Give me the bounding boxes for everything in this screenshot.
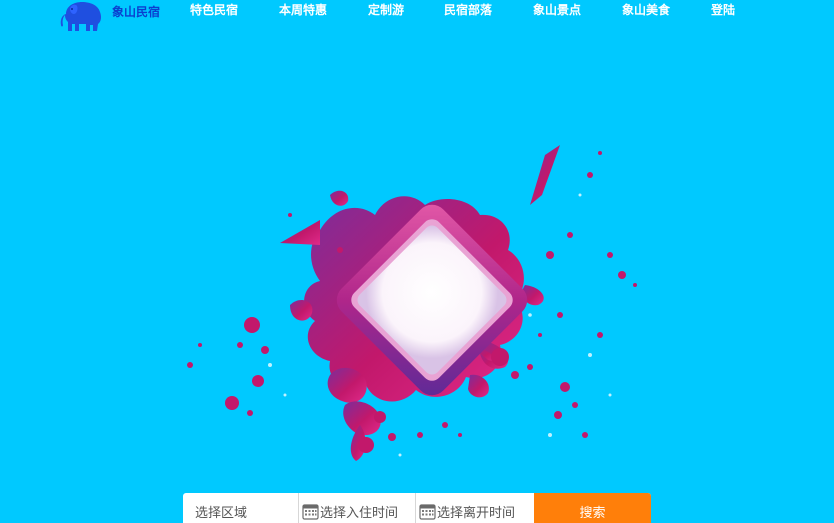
main-nav: 特色民宿 本周特惠 定制游 民宿部落 象山景点 象山美食 登陆	[190, 2, 751, 18]
calendar-icon	[419, 503, 436, 520]
brand-logo[interactable]: 象山民宿	[60, 0, 160, 32]
checkout-placeholder: 选择离开时间	[437, 505, 516, 521]
paint-splash-frame-icon	[187, 145, 637, 461]
nav-item-attractions[interactable]: 象山景点	[533, 2, 622, 18]
calendar-icon	[302, 503, 319, 520]
checkin-placeholder: 选择入住时间	[320, 505, 399, 521]
nav-item-featured-homestays[interactable]: 特色民宿	[190, 2, 279, 18]
elephant-icon	[60, 2, 102, 31]
nav-item-weekly-deals[interactable]: 本周特惠	[279, 2, 368, 18]
region-placeholder: 选择区域	[195, 505, 248, 521]
search-bar: 选择区域 选择入住时间 选择离开时间 搜索	[183, 493, 651, 523]
checkout-date-field[interactable]: 选择离开时间	[416, 493, 534, 523]
page: 象山民宿 特色民宿 本周特惠 定制游 民宿部落 象山景点 象山美食 登陆 选择区…	[0, 0, 834, 523]
nav-item-local-food[interactable]: 象山美食	[622, 2, 711, 18]
checkin-date-field[interactable]: 选择入住时间	[299, 493, 416, 523]
search-button[interactable]: 搜索	[534, 493, 651, 523]
nav-item-custom-tours[interactable]: 定制游	[368, 2, 444, 18]
brand-name: 象山民宿	[112, 4, 161, 19]
top-navigation-bar: 象山民宿 特色民宿 本周特惠 定制游 民宿部落 象山景点 象山美食 登陆	[0, 0, 834, 34]
region-select[interactable]: 选择区域	[183, 493, 299, 523]
nav-item-homestay-tribe[interactable]: 民宿部落	[444, 2, 533, 18]
hero-graphic	[170, 135, 660, 475]
nav-item-login[interactable]: 登陆	[711, 2, 751, 18]
